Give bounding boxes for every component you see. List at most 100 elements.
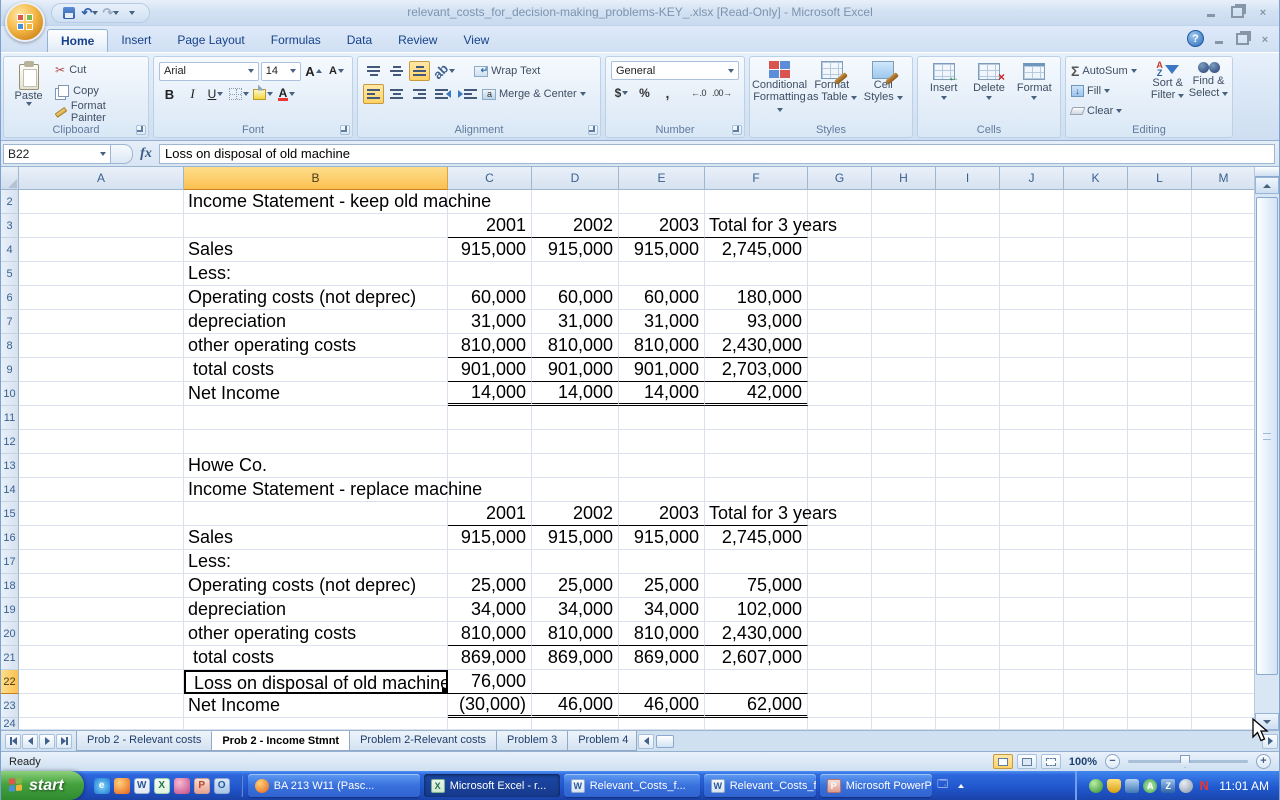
cell-G4[interactable] — [808, 238, 872, 262]
cell-A7[interactable] — [19, 310, 184, 334]
cell-L16[interactable] — [1128, 526, 1192, 550]
ribbon-tab-view[interactable]: View — [450, 29, 502, 52]
sheet-tab-prob-2-relevant-costs[interactable]: Prob 2 - Relevant costs — [76, 731, 211, 751]
row-header-10[interactable]: 10 — [1, 382, 19, 406]
tray-blue-z-icon[interactable] — [1161, 779, 1175, 793]
cell-A3[interactable] — [19, 214, 184, 238]
cell-B13[interactable]: Howe Co. — [184, 454, 448, 478]
row-header-21[interactable]: 21 — [1, 646, 19, 670]
cell-C21[interactable]: 869,000 — [448, 646, 532, 670]
cell-M14[interactable] — [1192, 478, 1256, 502]
row-header-18[interactable]: 18 — [1, 574, 19, 598]
cell-M22[interactable] — [1192, 670, 1256, 694]
hscroll-left-button[interactable] — [638, 734, 654, 749]
cell-G23[interactable] — [808, 694, 872, 718]
cell-F5[interactable] — [705, 262, 808, 286]
cell-J6[interactable] — [1000, 286, 1064, 310]
cell-K11[interactable] — [1064, 406, 1128, 430]
taskbar-button-microsoft-powerpo[interactable]: PMicrosoft PowerPo... — [820, 774, 932, 797]
cell-H24[interactable] — [872, 718, 936, 730]
cell-C15[interactable]: 2001 — [448, 502, 532, 526]
cell-B11[interactable] — [184, 406, 448, 430]
autosum-button[interactable]: ΣAutoSum — [1071, 61, 1147, 81]
column-header-K[interactable]: K — [1064, 167, 1128, 190]
paste-button[interactable]: Paste — [7, 59, 50, 125]
sheet-tab-problem-2-relevant-costs[interactable]: Problem 2-Relevant costs — [349, 731, 496, 751]
cell-F8[interactable]: 2,430,000 — [705, 334, 808, 358]
cell-E19[interactable]: 34,000 — [619, 598, 705, 622]
vertical-split-handle[interactable] — [1255, 167, 1279, 177]
cell-I6[interactable] — [936, 286, 1000, 310]
cell-H18[interactable] — [872, 574, 936, 598]
cell-L12[interactable] — [1128, 430, 1192, 454]
cell-I13[interactable] — [936, 454, 1000, 478]
vertical-scroll-thumb[interactable] — [1256, 197, 1278, 675]
cell-E21[interactable]: 869,000 — [619, 646, 705, 670]
borders-button[interactable] — [228, 84, 250, 104]
cell-C4[interactable]: 915,000 — [448, 238, 532, 262]
fill-color-button[interactable] — [252, 84, 274, 104]
cell-B6[interactable]: Operating costs (not deprec) — [184, 286, 448, 310]
cell-B7[interactable]: depreciation — [184, 310, 448, 334]
font-dialog-launcher[interactable] — [340, 125, 350, 135]
cell-F23[interactable]: 62,000 — [705, 694, 808, 718]
cell-M2[interactable] — [1192, 190, 1256, 214]
formula-input[interactable]: Loss on disposal of old machine — [159, 144, 1275, 164]
cell-I19[interactable] — [936, 598, 1000, 622]
cell-H13[interactable] — [872, 454, 936, 478]
cell-E11[interactable] — [619, 406, 705, 430]
cell-K22[interactable] — [1064, 670, 1128, 694]
cell-G2[interactable] — [808, 190, 872, 214]
taskbar-button-ba-213-w11-pasc[interactable]: BA 213 W11 (Pasc... — [248, 774, 420, 797]
cell-E12[interactable] — [619, 430, 705, 454]
cell-H22[interactable] — [872, 670, 936, 694]
cell-J19[interactable] — [1000, 598, 1064, 622]
ribbon-tab-data[interactable]: Data — [334, 29, 385, 52]
select-all-corner[interactable] — [1, 167, 19, 190]
tray-yellow-shield-icon[interactable] — [1107, 779, 1121, 793]
cell-A2[interactable] — [19, 190, 184, 214]
column-header-H[interactable]: H — [872, 167, 936, 190]
excel-quicklaunch-icon[interactable]: X — [154, 778, 170, 794]
cell-M9[interactable] — [1192, 358, 1256, 382]
cell-D20[interactable]: 810,000 — [532, 622, 619, 646]
row-header-24[interactable]: 24 — [1, 718, 19, 730]
ie-quicklaunch-icon[interactable]: e — [94, 778, 110, 794]
format-as-table-button[interactable]: Formatas Table — [806, 59, 858, 125]
insert-cells-button[interactable]: ← Insert — [921, 59, 966, 125]
outlook-quicklaunch-icon[interactable]: O — [214, 778, 230, 794]
cell-B4[interactable]: Sales — [184, 238, 448, 262]
zoom-slider-thumb[interactable] — [1180, 755, 1190, 768]
cell-G17[interactable] — [808, 550, 872, 574]
cell-F11[interactable] — [705, 406, 808, 430]
cell-C8[interactable]: 810,000 — [448, 334, 532, 358]
prev-sheet-button[interactable] — [22, 734, 38, 749]
ribbon-tab-review[interactable]: Review — [385, 29, 450, 52]
cell-K9[interactable] — [1064, 358, 1128, 382]
format-painter-button[interactable]: Format Painter — [52, 103, 145, 121]
cell-L19[interactable] — [1128, 598, 1192, 622]
cell-M5[interactable] — [1192, 262, 1256, 286]
cell-L10[interactable] — [1128, 382, 1192, 406]
cell-C10[interactable]: 14,000 — [448, 382, 532, 406]
cell-L5[interactable] — [1128, 262, 1192, 286]
cell-E15[interactable]: 2003 — [619, 502, 705, 526]
cell-H11[interactable] — [872, 406, 936, 430]
cell-K18[interactable] — [1064, 574, 1128, 598]
cell-H15[interactable] — [872, 502, 936, 526]
row-header-22[interactable]: 22 — [1, 670, 19, 694]
cell-I18[interactable] — [936, 574, 1000, 598]
cell-M11[interactable] — [1192, 406, 1256, 430]
cell-I12[interactable] — [936, 430, 1000, 454]
cell-D10[interactable]: 14,000 — [532, 382, 619, 406]
fill-button[interactable]: ↓Fill — [1071, 81, 1147, 101]
cell-D7[interactable]: 31,000 — [532, 310, 619, 334]
cell-E20[interactable]: 810,000 — [619, 622, 705, 646]
font-name-select[interactable]: Arial — [159, 62, 259, 81]
cell-E2[interactable] — [619, 190, 705, 214]
column-header-F[interactable]: F — [705, 167, 808, 190]
cell-A9[interactable] — [19, 358, 184, 382]
cell-H19[interactable] — [872, 598, 936, 622]
cell-D2[interactable] — [532, 190, 619, 214]
cell-K8[interactable] — [1064, 334, 1128, 358]
